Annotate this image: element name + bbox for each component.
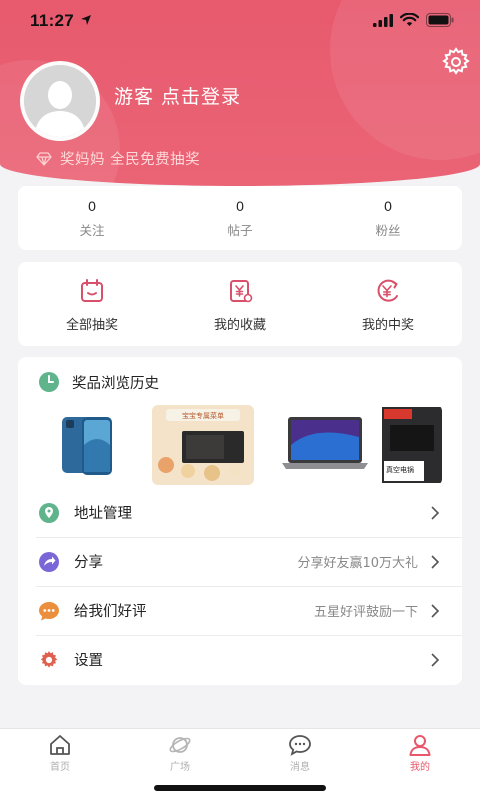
user-icon [409, 735, 431, 756]
product-image-text: 真空电锅 [386, 465, 414, 474]
microwave-image: 宝宝专属菜单 [152, 405, 254, 485]
home-indicator[interactable] [154, 785, 326, 791]
stat-label: 粉丝 [375, 223, 401, 238]
menu-rate-us[interactable]: 给我们好评 五星好评鼓励一下 [18, 586, 462, 635]
shortcut-favorites[interactable]: 我的收藏 [166, 262, 314, 346]
stat-fans[interactable]: 0 粉丝 [314, 186, 462, 250]
message-icon [289, 735, 311, 756]
avatar[interactable] [20, 61, 100, 141]
settings-gear-icon[interactable] [440, 46, 472, 78]
menu-label: 给我们好评 [74, 604, 147, 620]
tab-mine[interactable]: 我的 [360, 729, 480, 800]
login-prompt[interactable]: 游客 点击登录 [114, 82, 241, 109]
menu-address-management[interactable]: 地址管理 [18, 488, 462, 537]
shortcut-all-lotteries[interactable]: 全部抽奖 [18, 262, 166, 346]
product-thumbnail-vacuum-sealer[interactable]: 真空电锅 [380, 405, 442, 485]
vacuum-sealer-image: 真空电锅 [380, 405, 442, 485]
tab-label: 消息 [290, 762, 310, 773]
menu-share[interactable]: 分享 分享好友赢10万大礼 [18, 537, 462, 586]
menu-label: 地址管理 [74, 506, 132, 522]
menu-label: 设置 [74, 653, 103, 669]
yen-coin-icon [377, 279, 398, 302]
status-indicators [373, 13, 454, 27]
battery-icon [426, 13, 454, 27]
history-title: 奖品浏览历史 [72, 375, 159, 392]
shortcut-my-wins[interactable]: 我的中奖 [314, 262, 462, 346]
location-pin-icon [39, 502, 59, 523]
shortcut-label: 全部抽奖 [65, 318, 118, 333]
menu-settings[interactable]: 设置 [18, 635, 462, 684]
product-image-text: 宝宝专属菜单 [182, 411, 224, 420]
promo-banner[interactable]: 奖妈妈 全民免费抽奖 [36, 148, 200, 169]
tab-home[interactable]: 首页 [0, 729, 120, 800]
macbook-image [274, 405, 376, 485]
product-thumbnail-iphone[interactable] [40, 405, 142, 485]
promo-text: 奖妈妈 全民免费抽奖 [60, 152, 201, 168]
stats-card: 0 关注 0 帖子 0 粉丝 [18, 186, 462, 250]
status-bar: 11:27 [0, 0, 480, 44]
chevron-right-icon [431, 652, 440, 667]
stat-posts[interactable]: 0 帖子 [166, 186, 314, 250]
planet-icon [169, 737, 191, 753]
chevron-right-icon [431, 603, 440, 618]
history-card: 奖品浏览历史 宝宝专属菜单 真空电锅 地址管理 分享 分享好友赢10万大礼 给我… [18, 357, 462, 685]
yen-doc-icon [230, 280, 253, 303]
product-thumbnail-microwave[interactable]: 宝宝专属菜单 [152, 405, 254, 485]
iphone-image [40, 405, 142, 485]
tab-label: 广场 [170, 762, 190, 773]
shortcut-label: 我的收藏 [213, 318, 266, 333]
stat-label: 帖子 [227, 223, 253, 238]
clock-icon [39, 372, 59, 392]
wifi-icon [400, 13, 419, 26]
chat-bubble-icon [39, 601, 59, 620]
stat-label: 关注 [79, 223, 105, 238]
menu-subtext: 五星好评鼓励一下 [313, 605, 418, 620]
shortcut-label: 我的中奖 [361, 318, 414, 333]
stat-following[interactable]: 0 关注 [18, 186, 166, 250]
status-time: 11:27 [30, 11, 75, 30]
diamond-icon [36, 151, 52, 166]
settings-icon [40, 650, 58, 668]
chevron-right-icon [431, 505, 440, 520]
tab-label: 我的 [410, 762, 430, 773]
stat-value: 0 [236, 198, 244, 214]
calendar-icon [81, 279, 103, 302]
product-thumbnail-macbook[interactable] [274, 405, 376, 485]
menu-subtext: 分享好友赢10万大礼 [297, 556, 418, 571]
stat-value: 0 [88, 198, 96, 214]
shortcuts-card: 全部抽奖 我的收藏 我的中奖 [18, 262, 462, 346]
stat-value: 0 [384, 198, 392, 214]
location-arrow-icon [81, 15, 91, 25]
default-avatar-icon [24, 65, 96, 137]
history-header: 奖品浏览历史 [38, 371, 159, 393]
tab-label: 首页 [50, 762, 70, 773]
home-icon [50, 735, 70, 755]
menu-label: 分享 [74, 555, 103, 571]
signal-icon [373, 13, 393, 27]
share-icon [39, 551, 59, 572]
chevron-right-icon [431, 554, 440, 569]
